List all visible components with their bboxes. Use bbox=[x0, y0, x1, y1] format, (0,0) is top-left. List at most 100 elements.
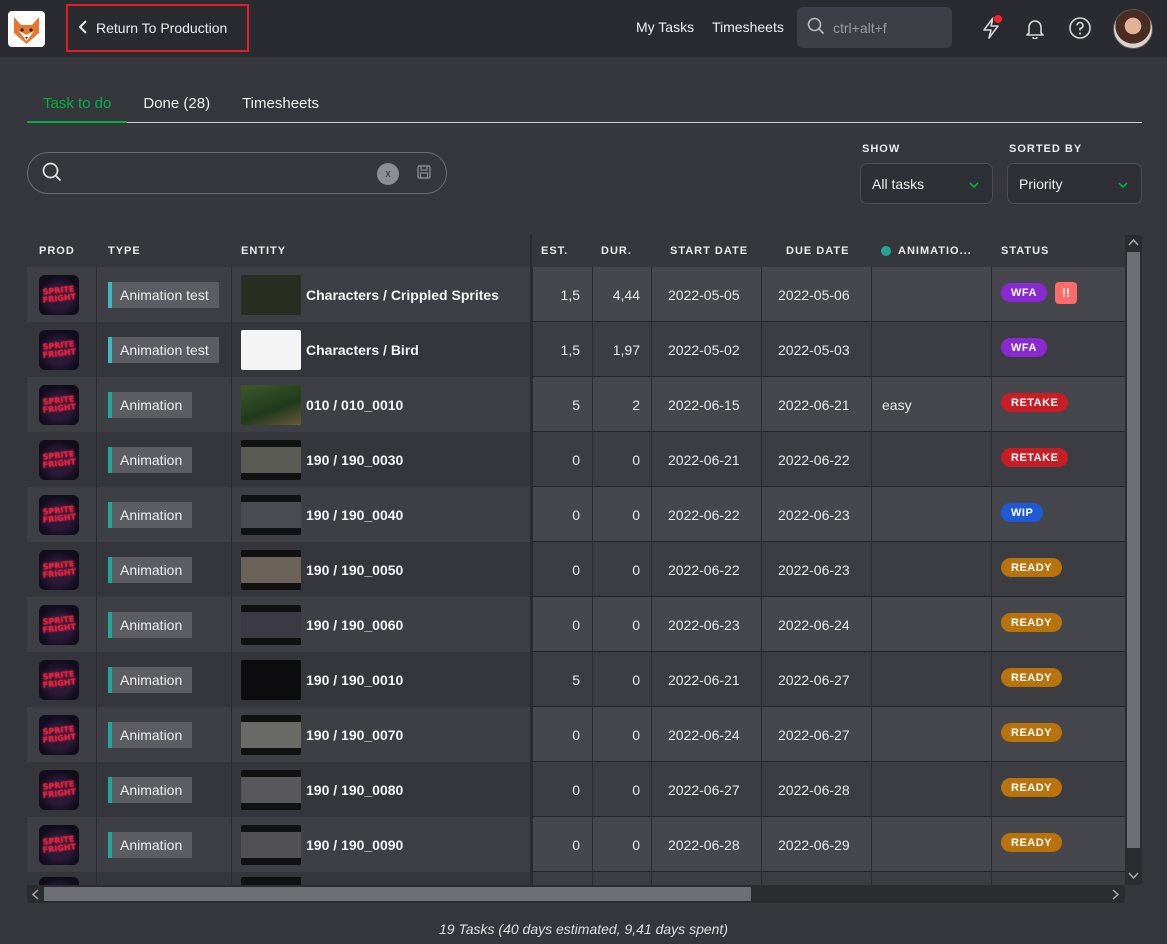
production-thumbnail[interactable]: SPRITE FRIGHT bbox=[39, 439, 79, 480]
est-cell[interactable]: 0 bbox=[532, 707, 580, 762]
vertical-scrollbar[interactable] bbox=[1125, 235, 1142, 885]
save-search-icon[interactable] bbox=[417, 165, 431, 182]
entity-thumbnail[interactable] bbox=[241, 659, 301, 700]
entity-cell[interactable]: 190 / 190_0030 bbox=[241, 432, 403, 487]
clear-search-button[interactable]: x bbox=[377, 163, 399, 185]
start-date-cell[interactable]: 2022-06-28 bbox=[668, 817, 740, 872]
global-search[interactable] bbox=[797, 7, 952, 48]
status-cell[interactable]: READY bbox=[1001, 650, 1063, 705]
task-type-tag[interactable]: Animation bbox=[108, 611, 193, 638]
timesheets-link[interactable]: Timesheets bbox=[712, 19, 784, 35]
start-date-cell[interactable]: 2022-05-05 bbox=[668, 267, 740, 322]
table-row[interactable]: SPRITE FRIGHT Animation 010 / 010_0010 5 2 20… bbox=[27, 377, 1125, 432]
entity-cell[interactable] bbox=[241, 869, 306, 885]
est-cell[interactable]: 0 bbox=[532, 432, 580, 487]
prod-cell[interactable]: SPRITE FRIGHT bbox=[39, 707, 79, 762]
prod-cell[interactable]: SPRITE FRIGHT bbox=[39, 817, 79, 872]
horizontal-scrollbar[interactable] bbox=[27, 885, 1125, 903]
due-date-cell[interactable]: 2022-06-24 bbox=[778, 597, 850, 652]
task-type-tag[interactable]: Animation bbox=[108, 391, 193, 418]
scroll-up-icon[interactable] bbox=[1128, 238, 1139, 247]
status-cell[interactable]: READY bbox=[1001, 760, 1063, 815]
entity-thumbnail[interactable] bbox=[241, 714, 301, 755]
scroll-right-icon[interactable] bbox=[1111, 889, 1120, 900]
prod-cell[interactable]: SPRITE FRIGHT bbox=[39, 267, 79, 322]
task-type-tag[interactable]: Animation bbox=[108, 501, 193, 528]
est-cell[interactable]: 0 bbox=[532, 762, 580, 817]
prod-cell[interactable]: SPRITE FRIGHT bbox=[39, 377, 79, 432]
due-date-cell[interactable]: 2022-06-27 bbox=[778, 707, 850, 762]
production-thumbnail[interactable]: SPRITE FRIGHT bbox=[39, 274, 79, 315]
due-date-cell[interactable]: 2022-05-06 bbox=[778, 267, 850, 322]
table-row[interactable]: SPRITE FRIGHT Animation 190 / 190_0040 0 0 20… bbox=[27, 487, 1125, 542]
entity-thumbnail[interactable] bbox=[241, 876, 301, 885]
entity-cell[interactable]: Characters / Crippled Sprites bbox=[241, 267, 499, 322]
bell-icon[interactable] bbox=[1021, 14, 1049, 42]
col-animation[interactable]: ANIMATIO... bbox=[881, 245, 972, 257]
entity-name[interactable]: 190 / 190_0050 bbox=[306, 562, 403, 578]
status-badge[interactable]: RETAKE bbox=[1001, 393, 1069, 412]
table-row[interactable]: SPRITE FRIGHT Animation 190 / 190_0010 5 0 20… bbox=[27, 652, 1125, 707]
scroll-down-icon[interactable] bbox=[1128, 871, 1139, 880]
entity-name[interactable]: Characters / Bird bbox=[306, 342, 419, 358]
entity-thumbnail[interactable] bbox=[241, 274, 301, 315]
status-cell[interactable]: RETAKE bbox=[1001, 430, 1069, 485]
prod-cell[interactable]: SPRITE FRIGHT bbox=[39, 487, 79, 542]
prod-cell[interactable]: SPRITE FRIGHT bbox=[39, 652, 79, 707]
task-type-tag[interactable]: Animation bbox=[108, 446, 193, 473]
prod-cell[interactable]: SPRITE FRIGHT bbox=[39, 542, 79, 597]
entity-name[interactable]: 190 / 190_0010 bbox=[306, 672, 403, 688]
entity-name[interactable]: 190 / 190_0060 bbox=[306, 617, 403, 633]
prod-cell[interactable]: SPRITE FRIGHT bbox=[39, 762, 79, 817]
entity-cell[interactable]: 190 / 190_0090 bbox=[241, 817, 403, 872]
status-badge[interactable]: READY bbox=[1001, 668, 1063, 687]
due-date-cell[interactable]: 2022-06-21 bbox=[778, 377, 850, 432]
scroll-left-icon[interactable] bbox=[31, 889, 40, 900]
entity-thumbnail[interactable] bbox=[241, 824, 301, 865]
entity-cell[interactable]: 190 / 190_0060 bbox=[241, 597, 403, 652]
est-cell[interactable]: 0 bbox=[532, 487, 580, 542]
entity-name[interactable]: 190 / 190_0040 bbox=[306, 507, 403, 523]
entity-name[interactable]: Characters / Crippled Sprites bbox=[306, 287, 499, 303]
entity-thumbnail[interactable] bbox=[241, 329, 301, 370]
return-to-production-button[interactable]: Return To Production bbox=[66, 4, 249, 52]
status-cell[interactable]: READY bbox=[1001, 540, 1063, 595]
table-row[interactable] bbox=[27, 872, 1125, 885]
vertical-scroll-thumb[interactable] bbox=[1127, 252, 1140, 848]
due-date-cell[interactable]: 2022-06-23 bbox=[778, 487, 850, 542]
task-type-tag[interactable]: Animation bbox=[108, 666, 193, 693]
entity-thumbnail[interactable] bbox=[241, 604, 301, 645]
status-cell[interactable]: READY bbox=[1001, 595, 1063, 650]
table-row[interactable]: SPRITE FRIGHT Animation 190 / 190_0080 0 0 20… bbox=[27, 762, 1125, 817]
start-date-cell[interactable]: 2022-05-02 bbox=[668, 322, 740, 377]
est-cell[interactable]: 0 bbox=[532, 597, 580, 652]
table-row[interactable]: SPRITE FRIGHT Animation 190 / 190_0050 0 0 20… bbox=[27, 542, 1125, 597]
entity-cell[interactable]: 190 / 190_0070 bbox=[241, 707, 403, 762]
entity-name[interactable]: 190 / 190_0080 bbox=[306, 782, 403, 798]
status-badge[interactable]: READY bbox=[1001, 723, 1063, 742]
est-cell[interactable]: 1,5 bbox=[532, 322, 580, 377]
start-date-cell[interactable]: 2022-06-24 bbox=[668, 707, 740, 762]
entity-thumbnail[interactable] bbox=[241, 549, 301, 590]
prod-cell[interactable]: SPRITE FRIGHT bbox=[39, 597, 79, 652]
entity-thumbnail[interactable] bbox=[241, 494, 301, 535]
entity-cell[interactable]: 190 / 190_0010 bbox=[241, 652, 403, 707]
production-thumbnail[interactable] bbox=[39, 876, 79, 885]
help-icon[interactable] bbox=[1066, 14, 1094, 42]
est-cell[interactable]: 1,5 bbox=[532, 267, 580, 322]
due-date-cell[interactable]: 2022-05-03 bbox=[778, 322, 850, 377]
start-date-cell[interactable]: 2022-06-27 bbox=[668, 762, 740, 817]
tab-timesheets[interactable]: Timesheets bbox=[226, 85, 335, 123]
due-date-cell[interactable]: 2022-06-23 bbox=[778, 542, 850, 597]
entity-cell[interactable]: 010 / 010_0010 bbox=[241, 377, 403, 432]
tab-task-to-do[interactable]: Task to do bbox=[27, 85, 128, 123]
tab-done[interactable]: Done (28) bbox=[127, 85, 226, 123]
start-date-cell[interactable]: 2022-06-22 bbox=[668, 542, 740, 597]
entity-cell[interactable]: 190 / 190_0050 bbox=[241, 542, 403, 597]
table-row[interactable]: SPRITE FRIGHT Animation test Characters / … bbox=[27, 267, 1125, 322]
sorted-by-select[interactable]: Priority bbox=[1007, 163, 1142, 204]
start-date-cell[interactable]: 2022-06-21 bbox=[668, 432, 740, 487]
entity-thumbnail[interactable] bbox=[241, 384, 301, 425]
user-avatar[interactable] bbox=[1113, 9, 1153, 49]
entity-name[interactable]: 190 / 190_0030 bbox=[306, 452, 403, 468]
